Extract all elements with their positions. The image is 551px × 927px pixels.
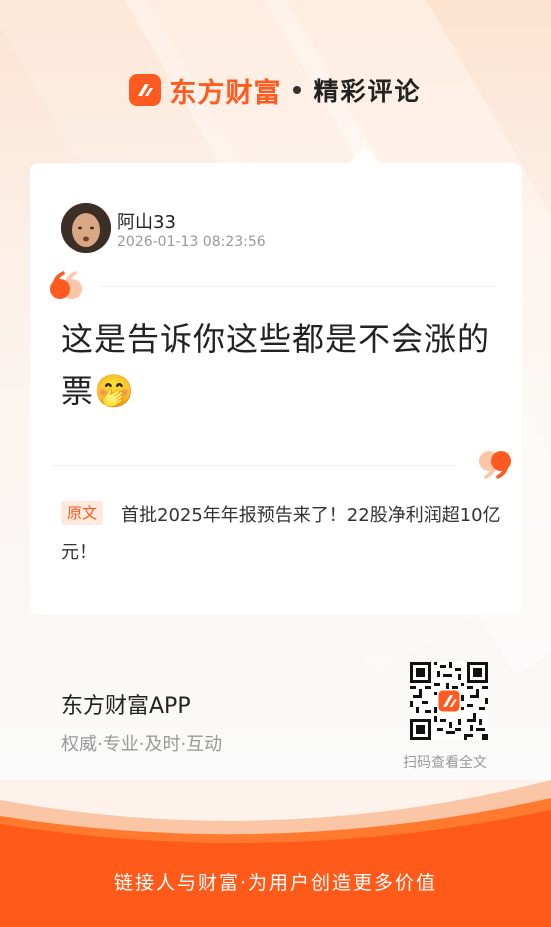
source-badge: 原文 [61,501,104,525]
source-article-title[interactable]: 首批2025年年报预告来了！22股净利润超10亿元！ [61,497,501,571]
brand-name: 东方财富 [169,77,282,109]
username[interactable]: 阿山33 [117,208,176,234]
app-name: 东方财富APP [61,694,191,719]
header-tagline: 精彩评论 [313,77,422,106]
divider-line [100,286,496,287]
comment-timestamp: 2026-01-13 08:23:56 [117,234,266,250]
qr-code[interactable] [410,662,488,740]
app-slogan: 权威·专业·及时·互动 [61,734,223,755]
divider-line [52,465,456,466]
page-header: 东方财富 精彩评论 [0,70,551,110]
comment-content: 这是告诉你这些都是不会涨的票🤭 [61,313,501,417]
bottom-slogan: 链接人与财富·为用户创造更多价值 [113,872,438,894]
avatar[interactable] [61,203,111,253]
comment-card: 阿山33 2026-01-13 08:23:56 这是告诉你这些都是不会涨的票🤭… [30,163,522,615]
close-quote-icon [471,447,513,487]
open-quote-icon [48,267,90,307]
qr-label: 扫码查看全文 [403,755,487,771]
card-pointer [348,146,380,164]
comment-emoji: 🤭 [94,372,135,410]
separator-dot [293,86,302,94]
bottom-banner [0,780,551,927]
east-money-logo-icon [129,74,162,106]
